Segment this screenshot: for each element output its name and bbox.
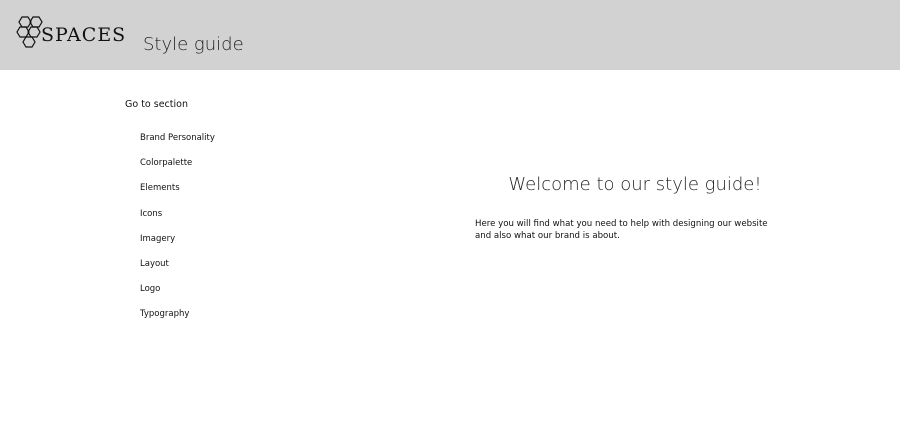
nav-item-elements[interactable]: Elements <box>140 182 215 207</box>
nav-item-imagery[interactable]: Imagery <box>140 233 215 258</box>
nav-heading: Go to section <box>125 99 188 110</box>
nav-item-layout[interactable]: Layout <box>140 258 215 283</box>
intro-text: Here you will find what you need to help… <box>475 219 768 241</box>
nav-item-logo[interactable]: Logo <box>140 283 215 308</box>
nav-item-brand-personality[interactable]: Brand Personality <box>140 132 215 157</box>
welcome-heading: Welcome to our style guide! <box>508 174 762 195</box>
nav-item-colorpalette[interactable]: Colorpalette <box>140 157 215 182</box>
spaces-logo[interactable]: SPACES <box>16 15 126 51</box>
page-title: Style guide <box>143 34 244 55</box>
nav-list: Brand Personality Colorpalette Elements … <box>140 132 215 334</box>
nav-item-icons[interactable]: Icons <box>140 208 215 233</box>
top-header: SPACES Style guide <box>0 0 900 70</box>
nav-item-typography[interactable]: Typography <box>140 308 215 333</box>
logo-wordmark: SPACES <box>41 24 127 46</box>
